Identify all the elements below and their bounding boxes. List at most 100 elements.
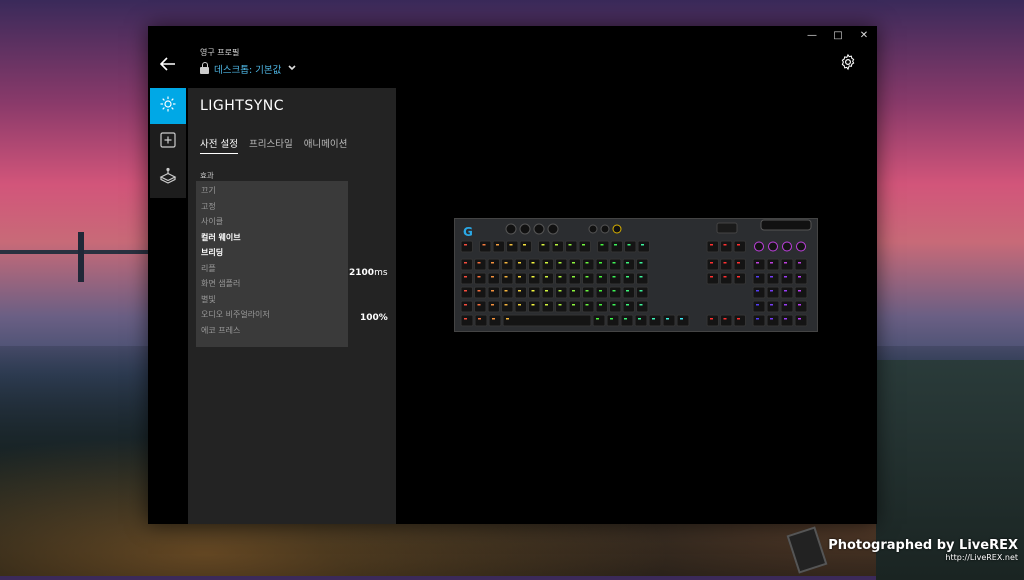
keycap	[592, 314, 606, 327]
nav-key-legend	[723, 244, 727, 246]
keycap	[595, 272, 608, 285]
numpad-keycap	[752, 258, 766, 271]
numpad-key-legend	[770, 290, 773, 292]
key-legend	[627, 244, 631, 246]
key-legend	[558, 276, 562, 278]
key-legend	[639, 276, 643, 278]
keycap	[636, 272, 649, 285]
key-legend	[545, 262, 548, 264]
keycap	[620, 314, 634, 327]
effect-option-screen-sampler[interactable]: 화면 샘플러	[196, 276, 348, 292]
nav-key-legend	[723, 262, 727, 264]
key-legend	[482, 244, 486, 246]
tab-presets[interactable]: 사전 설정	[200, 136, 238, 154]
effect-option-ripple[interactable]: 리플	[196, 261, 348, 277]
tab-animation[interactable]: 애니메이션	[304, 136, 348, 154]
numpad-keycap	[766, 300, 780, 313]
keycap	[501, 286, 514, 299]
keyboard-image[interactable]: G	[454, 218, 818, 332]
key-legend	[638, 318, 641, 320]
assignments-tab[interactable]	[150, 124, 186, 160]
key-legend	[585, 290, 589, 292]
numpad-key-legend	[756, 318, 759, 320]
effect-option-fixed[interactable]: 고정	[196, 199, 348, 215]
key-legend	[568, 244, 572, 246]
nav-key-legend	[710, 244, 713, 246]
keycap	[609, 300, 622, 313]
key-legend	[464, 244, 467, 246]
numpad-key-legend	[784, 290, 787, 292]
keycap	[622, 300, 635, 313]
key-legend	[652, 318, 655, 320]
nav-keycap	[733, 314, 746, 327]
keycap	[595, 258, 608, 271]
effect-option-color-wave[interactable]: 컬러 웨이브	[196, 230, 348, 246]
lighting-tabs: 사전 설정 프리스타일 애니메이션	[200, 136, 347, 154]
keycap	[648, 314, 662, 327]
keycap	[460, 300, 473, 313]
keycap	[474, 272, 487, 285]
nav-keycap	[706, 314, 719, 327]
effect-option-audio-visualizer[interactable]: 오디오 비주얼라이저	[196, 307, 348, 323]
key-legend	[477, 290, 481, 292]
key-legend	[491, 276, 494, 278]
key-legend	[477, 304, 481, 306]
macro-key	[796, 241, 806, 252]
key-legend	[612, 304, 616, 306]
effect-option-starlight[interactable]: 별빛	[196, 292, 348, 308]
profile-name: 데스크톱: 기본값	[214, 65, 282, 76]
ghub-window: — □ ✕ 영구 프로필 데스크톱: 기본값 LIGHTSYNC 사전 설정 프…	[148, 26, 877, 524]
numpad-keycap	[780, 286, 794, 299]
lightsync-tab[interactable]	[150, 88, 186, 124]
numpad-key-legend	[784, 318, 787, 320]
gear-icon[interactable]	[839, 53, 857, 75]
back-arrow-icon[interactable]	[159, 56, 176, 75]
close-button[interactable]: ✕	[857, 30, 871, 42]
gshift-tab[interactable]	[150, 160, 186, 196]
keycap	[487, 300, 500, 313]
minimize-button[interactable]: —	[805, 30, 819, 42]
keycap	[582, 286, 595, 299]
keycap	[528, 258, 541, 271]
nav-keycap	[706, 240, 719, 253]
gshift-joystick-icon	[159, 167, 177, 189]
chevron-down-icon	[288, 64, 296, 74]
effect-option-echo-press[interactable]: 에코 프레스	[196, 323, 348, 339]
numpad-key-legend	[784, 304, 787, 306]
key-legend	[509, 244, 513, 246]
keycap	[541, 300, 554, 313]
key-legend	[491, 290, 494, 292]
key-legend	[572, 276, 575, 278]
keycap	[551, 240, 564, 253]
keycap	[541, 286, 554, 299]
key-legend	[464, 262, 467, 264]
keycap	[609, 272, 622, 285]
key-legend	[572, 262, 575, 264]
numpad-keycap	[794, 286, 808, 299]
effect-option-breathing[interactable]: 브리딩	[196, 245, 348, 261]
key-legend	[600, 244, 604, 246]
profile-selector[interactable]: 데스크톱: 기본값	[200, 62, 296, 76]
macro-key	[768, 241, 778, 252]
maximize-button[interactable]: □	[831, 30, 845, 42]
keycap	[565, 240, 578, 253]
effect-option-off[interactable]: 끄기	[196, 183, 348, 199]
effect-option-cycle[interactable]: 사이클	[196, 214, 348, 230]
nav-keycap	[720, 240, 733, 253]
nav-keycap	[720, 258, 733, 271]
key-legend	[504, 276, 508, 278]
nav-keycap	[706, 258, 719, 271]
key-legend	[518, 304, 521, 306]
key-legend	[531, 290, 535, 292]
keycap	[541, 272, 554, 285]
tab-freestyle[interactable]: 프리스타일	[249, 136, 293, 154]
key-legend	[599, 276, 602, 278]
numpad-keycap	[794, 314, 808, 327]
key-legend	[614, 244, 617, 246]
key-legend	[531, 304, 535, 306]
keycap	[609, 286, 622, 299]
speed-number: 2100	[349, 268, 375, 278]
keycap	[501, 258, 514, 271]
key-legend	[477, 262, 481, 264]
keycap	[578, 240, 591, 253]
